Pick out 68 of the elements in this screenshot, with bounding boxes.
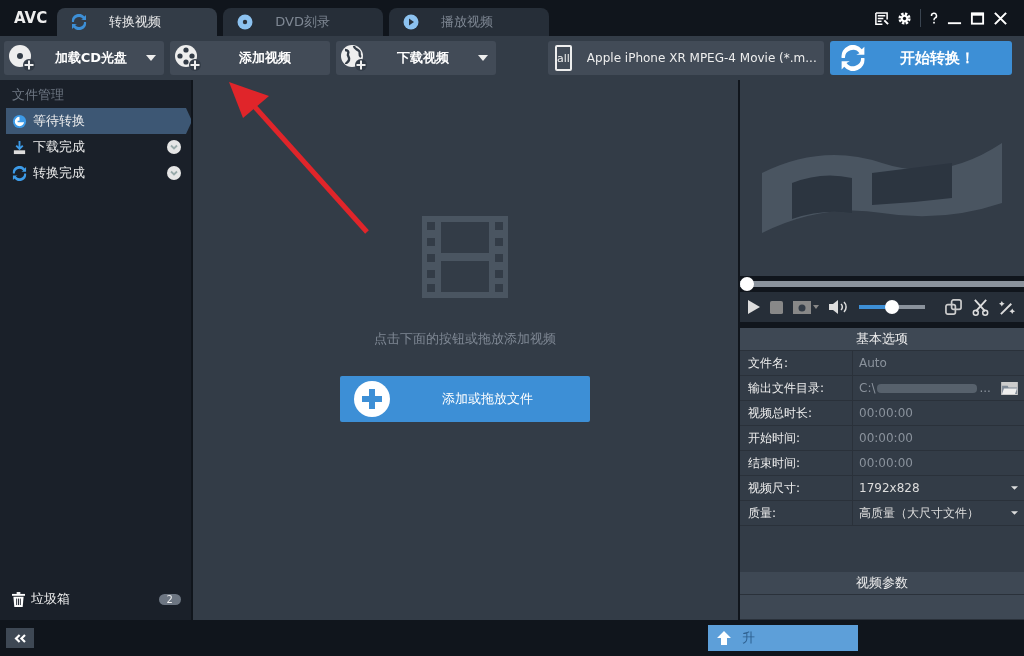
option-label: 结束时间:	[740, 451, 853, 475]
plus-icon	[354, 381, 391, 417]
film-strip-icon	[422, 216, 509, 298]
tab[interactable]: 转换视频	[57, 8, 218, 36]
speaker-icon[interactable]	[829, 299, 849, 315]
expand-icon[interactable]	[166, 166, 181, 180]
option-label: 文件名:	[740, 351, 853, 375]
up-arrow-icon	[716, 630, 732, 646]
sidebar-heading: 文件管理	[11, 86, 65, 104]
log-icon[interactable]	[874, 10, 889, 26]
refresh-icon	[840, 45, 866, 71]
option-value: 00:00:00	[858, 430, 914, 447]
sidebar-item[interactable]: 转换完成	[0, 160, 191, 186]
toolbar-button[interactable]: 加载CD光盘	[4, 41, 164, 75]
option-value: Auto	[858, 355, 888, 372]
option-dropdown[interactable]: 1792x828	[853, 476, 1024, 500]
film-reel-add-icon	[174, 44, 202, 72]
tab[interactable]: DVD刻录	[223, 8, 384, 36]
app-logo: AVC	[13, 9, 49, 27]
close-icon[interactable]	[993, 10, 1008, 26]
output-folder-field[interactable]: C:\ ...	[853, 376, 1024, 400]
refresh-icon	[12, 165, 27, 181]
disc-add-icon	[8, 44, 36, 72]
toolbar-button[interactable]: 下载视频	[336, 41, 496, 75]
count-badge: 2	[158, 593, 181, 605]
sidebar-item[interactable]: 下载完成	[0, 134, 191, 160]
help-icon[interactable]	[929, 10, 939, 26]
stop-icon[interactable]	[770, 300, 783, 314]
caret-icon	[1011, 486, 1018, 490]
option-label: 视频尺寸:	[740, 476, 853, 500]
toolbar-button[interactable]: 添加视频	[170, 41, 330, 75]
hint-text: 点击下面的按钮或拖放添加视频	[374, 330, 557, 348]
settings-icon[interactable]	[897, 10, 912, 26]
volume-thumb[interactable]	[885, 300, 899, 314]
copy-icon[interactable]	[945, 298, 962, 316]
maximize-icon[interactable]	[970, 10, 985, 26]
camera-icon[interactable]	[793, 300, 819, 314]
option-value: 00:00:00	[858, 405, 914, 422]
caret-icon	[478, 55, 488, 61]
option-label: 输出文件目录:	[740, 376, 853, 400]
refresh-icon	[71, 14, 88, 30]
option-label: 视频总时长:	[740, 401, 853, 425]
play-icon[interactable]	[748, 300, 760, 314]
option-label: 质量:	[740, 501, 853, 525]
trash-item[interactable]: 垃圾箱 2	[0, 586, 191, 612]
double-chevron-icon	[13, 633, 27, 643]
profile-icon: all	[555, 45, 572, 71]
collapse-button[interactable]	[6, 628, 34, 648]
play-icon	[403, 14, 420, 30]
option-label: 开始时间:	[740, 426, 853, 450]
sidebar-item[interactable]: 等待转换	[6, 108, 191, 134]
download-icon	[12, 139, 27, 155]
seek-bar[interactable]	[740, 277, 1024, 291]
caret-icon	[146, 55, 156, 61]
globe-add-icon	[340, 44, 368, 72]
options-title: 基本选项	[740, 328, 1024, 351]
folder-icon[interactable]	[1001, 381, 1018, 395]
expand-icon[interactable]	[166, 140, 181, 154]
scissors-icon[interactable]	[972, 298, 989, 316]
disc-icon	[237, 14, 254, 30]
trash-icon	[12, 591, 25, 607]
caret-icon	[1011, 511, 1018, 515]
section-header[interactable]: 视频参数	[740, 572, 1024, 595]
option-value: 00:00:00	[858, 455, 914, 472]
option-dropdown[interactable]: 高质量（大尺寸文件）	[853, 501, 1024, 525]
profile-dropdown[interactable]: all Apple iPhone XR MPEG-4 Movie (*.m...	[548, 41, 824, 75]
seek-thumb[interactable]	[740, 277, 754, 291]
tab[interactable]: 播放视频	[389, 8, 550, 36]
